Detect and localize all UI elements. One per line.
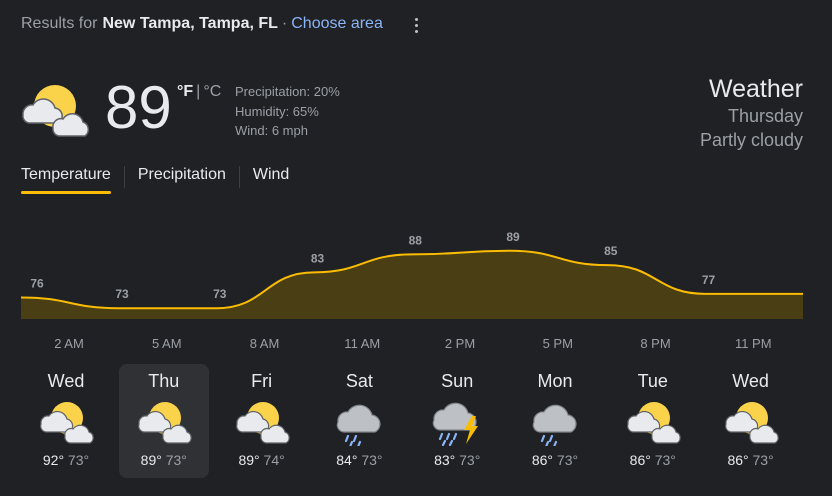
forecast-day-fri[interactable]: Fri 89° 74° <box>217 364 307 478</box>
partly-cloudy-icon <box>724 402 779 444</box>
forecast-low: 73° <box>357 452 383 468</box>
forecast-low: 73° <box>64 452 90 468</box>
weather-title: Weather <box>708 75 803 103</box>
chart-value-label: 77 <box>702 273 716 287</box>
thunderstorm-icon <box>432 402 479 446</box>
forecast-low: 73° <box>455 452 481 468</box>
forecast-high: 89° <box>140 452 162 468</box>
forecast-temps: 89° 74° <box>217 452 307 468</box>
forecast-low: 73° <box>748 452 774 468</box>
partly-cloudy-icon <box>22 85 89 137</box>
forecast-day-sun[interactable]: Sun 83° 73° <box>412 364 502 478</box>
forecast-day-name: Tue <box>637 371 668 391</box>
forecast-high: 84° <box>336 452 358 468</box>
hour-tick-label: 11 AM <box>344 336 381 351</box>
current-temperature: 89 <box>105 74 172 141</box>
partly-cloudy-icon <box>40 402 94 444</box>
forecast-temps: 92° 73° <box>21 452 111 468</box>
chart-value-label: 89 <box>506 230 520 244</box>
forecast-day-name: Mon <box>537 371 573 391</box>
partly-cloudy-icon <box>137 402 192 444</box>
hour-tick-label: 11 PM <box>734 336 772 351</box>
unit-fahrenheit-button[interactable]: °F <box>177 83 193 101</box>
forecast-low: 73° <box>161 452 187 468</box>
hour-tick-label: 5 AM <box>151 336 182 351</box>
daily-forecast: Wed 92° 73° Thu 89° 73° Fri 89° 74° Sat 84°… <box>21 364 803 478</box>
chart-value-label: 76 <box>30 276 44 290</box>
forecast-day-thu[interactable]: Thu 89° 73° <box>118 364 209 478</box>
hour-tick-label: 8 PM <box>640 336 671 351</box>
tab-divider <box>123 166 125 188</box>
results-for-text: Results for <box>21 15 98 32</box>
forecast-temps: 84° 73° <box>314 452 404 468</box>
forecast-day-name: Wed <box>732 371 769 391</box>
forecast-temps: 89° 73° <box>119 452 209 468</box>
forecast-temps: 86° 73° <box>510 452 600 468</box>
unit-divider: | <box>196 83 201 100</box>
forecast-day-mon[interactable]: Mon 86° 73° <box>510 364 600 478</box>
forecast-high: 86° <box>531 452 554 468</box>
hour-tick-label: 2 AM <box>54 336 84 351</box>
temperature-chart: 76 73 73 83 88 89 85 77 <box>20 230 803 319</box>
tab-precipitation[interactable]: Precipitation <box>138 166 226 194</box>
tab-temperature[interactable]: Temperature <box>21 166 111 194</box>
hour-tick-label: 2 PM <box>444 336 476 351</box>
hour-tick-label: 5 PM <box>542 336 573 351</box>
unit-celsius-button[interactable]: °C <box>203 83 221 101</box>
tab-wind[interactable]: Wind <box>253 166 289 194</box>
precipitation-text: Precipitation: 20% <box>235 84 340 99</box>
forecast-day-name: Sat <box>345 371 373 391</box>
forecast-temps: 83° 73° <box>412 452 502 468</box>
current-day: Thursday <box>727 106 803 126</box>
forecast-high: 92° <box>42 452 65 468</box>
forecast-day-name: Sun <box>441 371 474 391</box>
forecast-day-name: Wed <box>47 371 85 391</box>
tab-bar: Temperature Precipitation Wind <box>21 166 289 194</box>
chart-value-label: 88 <box>409 233 423 247</box>
forecast-day-name: Fri <box>251 371 273 391</box>
location-name: New Tampa, Tampa, FL <box>102 15 278 32</box>
more-options-icon[interactable] <box>407 13 425 37</box>
forecast-day-tue[interactable]: Tue 86° 73° <box>608 364 698 478</box>
choose-area-link[interactable]: Choose area <box>291 15 383 33</box>
partly-cloudy-icon <box>235 402 290 444</box>
rain-icon <box>532 404 577 446</box>
wind-text: Wind: 6 mph <box>235 123 308 138</box>
forecast-temps: 86° 73° <box>608 452 698 468</box>
tab-divider <box>238 166 240 188</box>
forecast-high: 89° <box>238 452 260 468</box>
chart-value-label: 85 <box>604 244 618 258</box>
forecast-temps: 86° 73° <box>706 452 796 468</box>
forecast-high: 83° <box>434 452 456 468</box>
forecast-day-wed-next[interactable]: Wed 86° 73° <box>706 364 796 478</box>
rain-icon <box>337 404 381 446</box>
unit-toggle: °F | °C <box>177 83 221 101</box>
forecast-high: 86° <box>727 452 749 468</box>
forecast-low: 73° <box>553 452 579 468</box>
humidity-text: Humidity: 65% <box>235 103 319 119</box>
partly-cloudy-icon <box>626 402 681 444</box>
chart-value-label: 73 <box>213 287 227 301</box>
weather-details: Precipitation: 20% Humidity: 65% Wind: 6… <box>235 82 340 141</box>
forecast-high: 86° <box>629 452 651 468</box>
forecast-low: 74° <box>259 452 285 468</box>
forecast-day-wed[interactable]: Wed 92° 73° <box>21 364 111 478</box>
forecast-day-sat[interactable]: Sat 84° 73° <box>314 364 404 478</box>
weather-header: Weather Thursday Partly cloudy <box>700 74 803 152</box>
hour-tick-label: 8 AM <box>249 336 280 351</box>
location-bar: Results for New Tampa, Tampa, FL · Choos… <box>21 15 383 33</box>
chart-value-label: 73 <box>115 287 129 301</box>
forecast-low: 73° <box>650 452 676 468</box>
forecast-day-name: Thu <box>148 371 180 391</box>
hour-axis: 2 AM 5 AM 8 AM 11 AM 2 PM 5 PM 8 PM 11 PM <box>0 336 832 352</box>
chart-value-label: 83 <box>311 251 325 265</box>
separator-dot: · <box>281 15 288 32</box>
current-condition: Partly cloudy <box>699 130 803 150</box>
